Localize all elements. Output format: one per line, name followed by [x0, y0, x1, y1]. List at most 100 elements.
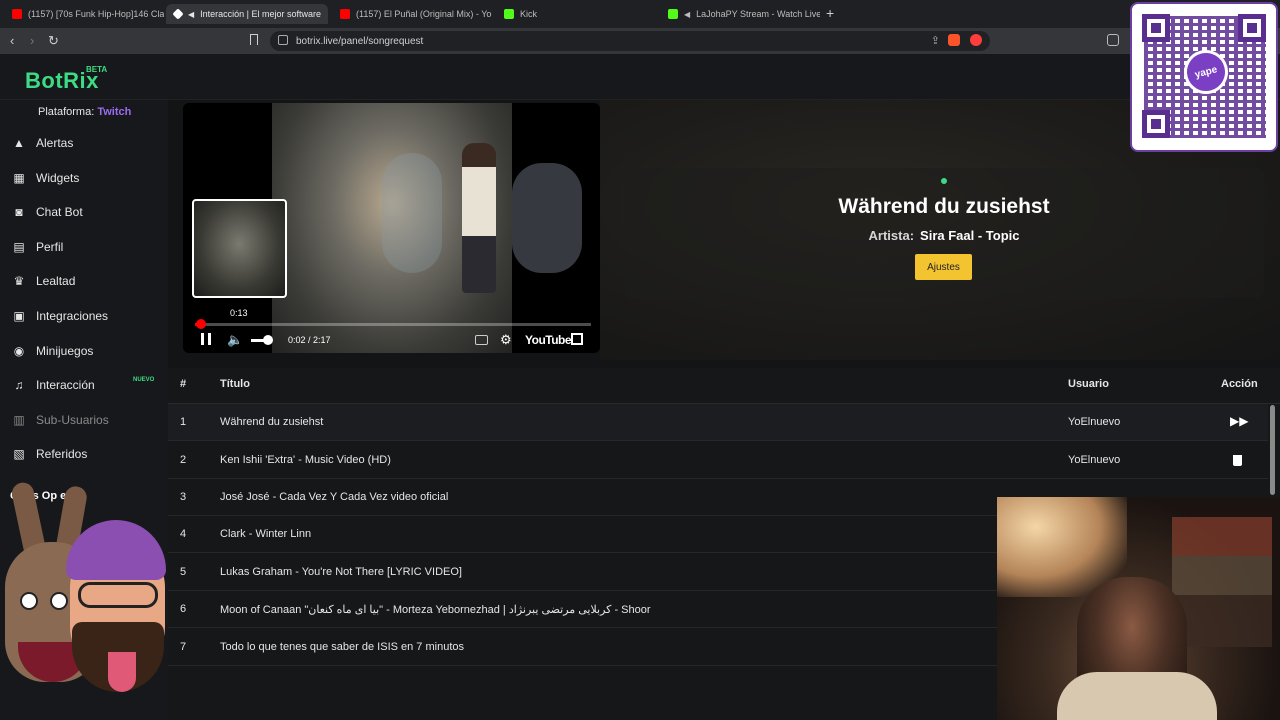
- sidebar-item-label: Widgets: [36, 171, 80, 185]
- row-title: José José - Cada Vez Y Cada Vez video of…: [220, 491, 449, 503]
- platform-label-text: Plataforma:: [38, 106, 95, 118]
- player-controls: 🔈 0:02 / 2:17 ⚙ YouTube: [183, 329, 600, 351]
- subtitles-icon[interactable]: [475, 335, 488, 345]
- sidebar-item-alertas[interactable]: ▲ Alertas: [12, 130, 162, 156]
- qr-finder: [1142, 110, 1170, 138]
- plug-icon: ▣: [13, 309, 25, 323]
- settings-button[interactable]: Ajustes: [915, 254, 972, 280]
- video-frame[interactable]: [272, 103, 582, 353]
- youtube-icon: [340, 9, 350, 19]
- now-playing-artist: Artista: Sira Faal - Topic: [624, 228, 1264, 243]
- browser-tab[interactable]: (1157) El Puñal (Original Mix) - YouTu: [332, 4, 492, 24]
- sidebar-item-label: Interacción: [36, 378, 95, 392]
- row-title: Während du zusiehst: [220, 416, 324, 428]
- table-row[interactable]: 2 Ken Ishii 'Extra' - Music Video (HD) Y…: [168, 442, 1268, 479]
- forward-icon[interactable]: ›: [30, 33, 34, 48]
- brave-rewards-icon[interactable]: [970, 34, 982, 46]
- column-header-action: Acción: [1221, 378, 1258, 390]
- video-subject: [462, 143, 496, 293]
- sidebar-item-chat-bot[interactable]: ◙ Chat Bot: [12, 199, 162, 225]
- kick-icon: [504, 9, 514, 19]
- video-crowd-blur: [382, 153, 442, 273]
- sidebar-item-widgets[interactable]: ▦ Widgets: [12, 165, 162, 191]
- trash-icon[interactable]: [1233, 455, 1242, 466]
- streamer-avatar: [0, 480, 175, 720]
- url-input[interactable]: botrix.live/panel/songrequest ⇪: [270, 31, 990, 51]
- browser-tab[interactable]: Kick: [496, 4, 656, 24]
- row-user: YoElnuevo: [1068, 454, 1121, 466]
- back-icon[interactable]: ‹: [10, 33, 14, 48]
- sidebar-item-label: Integraciones: [36, 309, 109, 323]
- webcam-overlay: [997, 497, 1280, 720]
- browser-tab-active[interactable]: ◀ Interacción | El mejor software ✕: [166, 4, 328, 24]
- beta-badge: BETA: [86, 65, 108, 74]
- browser-tabbar: (1157) [70s Funk Hip-Hop]146 Class ◀ Int…: [0, 0, 1280, 28]
- url-text: botrix.live/panel/songrequest: [296, 35, 424, 47]
- robot-icon: ◙: [15, 205, 23, 219]
- browser-tab[interactable]: (1157) [70s Funk Hip-Hop]146 Class: [4, 4, 164, 24]
- sidebar-item-minijuegos[interactable]: ◉ Minijuegos: [12, 338, 162, 364]
- row-number: 1: [180, 416, 187, 428]
- sidebar-item-label: Perfil: [36, 240, 64, 254]
- column-header-user: Usuario: [1068, 378, 1109, 390]
- pause-icon[interactable]: [201, 333, 211, 345]
- music-icon: ♫: [14, 378, 24, 392]
- gift-icon: ▧: [13, 447, 25, 461]
- qr-finder: [1238, 14, 1266, 42]
- users-icon: ▥: [13, 413, 25, 427]
- browser-tab[interactable]: ◀ LaJohaPY Stream - Watch Live on: [660, 4, 820, 24]
- volume-icon[interactable]: 🔈: [227, 332, 243, 348]
- row-title: Lukas Graham - You're Not There [LYRIC V…: [220, 566, 462, 578]
- row-title: Todo lo que tenes que saber de ISIS en 7…: [220, 641, 464, 653]
- volume-handle[interactable]: [263, 335, 273, 345]
- row-number: 6: [180, 603, 187, 615]
- row-number: 3: [180, 491, 187, 503]
- youtube-logo[interactable]: YouTube: [525, 333, 572, 347]
- reload-icon[interactable]: ↻: [48, 33, 59, 49]
- speaker-icon: ◀: [684, 9, 691, 19]
- sidebar-item-interaccion[interactable]: ♫ Interacción: [12, 372, 162, 398]
- row-number: 2: [180, 454, 187, 466]
- platform-value: Twitch: [97, 106, 132, 118]
- site-info-icon[interactable]: [278, 35, 288, 45]
- app-header: [0, 54, 1280, 100]
- sidebar-item-lealtad[interactable]: ♛ Lealtad: [12, 268, 162, 294]
- gear-icon[interactable]: ⚙: [500, 332, 512, 348]
- progress-handle[interactable]: [195, 319, 206, 329]
- fullscreen-icon[interactable]: [571, 333, 583, 345]
- seek-preview-time: 0:13: [230, 308, 248, 318]
- share-icon[interactable]: ⇪: [931, 34, 940, 47]
- skip-icon[interactable]: ▶▶: [1230, 414, 1248, 428]
- bookmark-icon[interactable]: [250, 34, 258, 45]
- sidebar-toggle-icon[interactable]: [1107, 34, 1119, 46]
- row-title: Moon of Canaan "بیا ای ماه کنعان" - Mort…: [220, 604, 651, 616]
- table-row[interactable]: 1 Während du zusiehst YoElnuevo ▶▶: [168, 404, 1268, 441]
- glasses: [78, 582, 158, 608]
- sidebar-item-referidos[interactable]: ▧ Referidos: [12, 441, 162, 467]
- sidebar-item-integraciones[interactable]: ▣ Integraciones: [12, 303, 162, 329]
- address-bar: ‹ › ↻ botrix.live/panel/songrequest ⇪: [0, 28, 1280, 54]
- new-tab-icon[interactable]: +: [826, 5, 834, 21]
- sidebar-item-label: Alertas: [36, 136, 74, 150]
- trophy-icon: ♛: [13, 274, 25, 288]
- new-badge: NUEVO: [133, 377, 155, 383]
- tab-label: (1157) El Puñal (Original Mix) - YouTu: [356, 9, 492, 19]
- row-title: Ken Ishii 'Extra' - Music Video (HD): [220, 454, 391, 466]
- table-scrollbar[interactable]: [1270, 405, 1275, 495]
- sidebar-item-perfil[interactable]: ▤ Perfil: [12, 234, 162, 260]
- video-player[interactable]: 0:13 🔈 0:02 / 2:17 ⚙ YouTube: [183, 103, 600, 353]
- row-title: Clark - Winter Linn: [220, 528, 312, 540]
- sidebar-item-label: Minijuegos: [36, 344, 94, 358]
- donkey-eye: [20, 592, 38, 610]
- webcam-shirt: [1057, 672, 1217, 720]
- brave-shield-icon[interactable]: [948, 34, 960, 46]
- tab-label: LaJohaPY Stream - Watch Live on: [696, 9, 820, 19]
- id-card-icon: ▤: [13, 240, 25, 254]
- tab-label: (1157) [70s Funk Hip-Hop]146 Class: [28, 9, 164, 19]
- tongue: [108, 652, 136, 692]
- sidebar-item-sub-usuarios[interactable]: ▥ Sub-Usuarios: [12, 407, 162, 433]
- row-number: 7: [180, 641, 187, 653]
- progress-bar[interactable]: [195, 319, 591, 329]
- kick-icon: [668, 9, 678, 19]
- now-playing-title: Während du zusiehst: [838, 195, 1050, 218]
